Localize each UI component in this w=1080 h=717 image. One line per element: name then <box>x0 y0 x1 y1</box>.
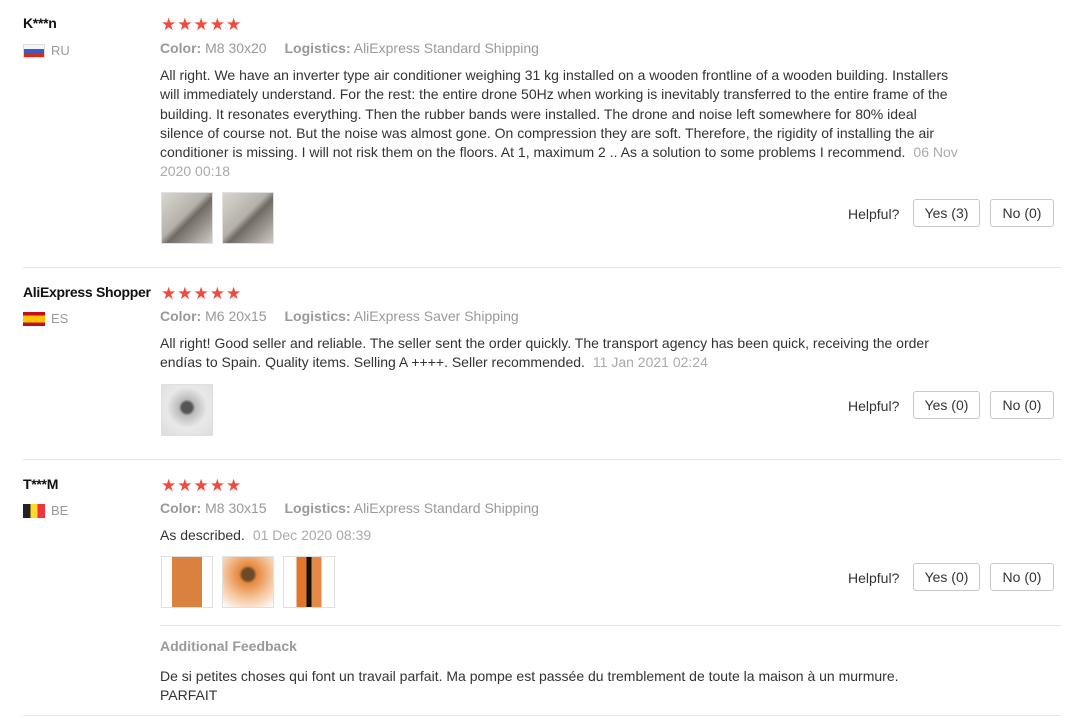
star-icon: ★ <box>226 15 242 35</box>
review-meta: Color: M8 30x20 Logistics: AliExpress St… <box>160 40 553 56</box>
helpful-no-button[interactable]: No (0) <box>990 199 1054 227</box>
logistics-value: AliExpress Standard Shipping <box>353 500 539 516</box>
star-icon: ★ <box>209 284 225 304</box>
country-code: ES <box>51 311 69 326</box>
review-divider <box>23 715 1061 716</box>
star-icon: ★ <box>177 15 193 35</box>
review-body: As described. <box>160 527 245 543</box>
logistics-label: Logistics: <box>284 500 351 516</box>
logistics-value: AliExpress Saver Shipping <box>353 308 519 324</box>
reviewer-name: AliExpress Shopper <box>23 284 151 300</box>
additional-divider <box>160 625 1061 626</box>
review-body: All right! Good seller and reliable. The… <box>160 335 929 371</box>
review-photo[interactable] <box>222 556 274 608</box>
helpful-no-button[interactable]: No (0) <box>990 563 1054 591</box>
logistics-label: Logistics: <box>284 40 351 56</box>
star-icon: ★ <box>226 476 242 496</box>
star-icon: ★ <box>177 284 193 304</box>
star-rating: ★ ★ ★ ★ ★ <box>161 477 241 495</box>
review-divider <box>23 267 1061 268</box>
color-label: Color: <box>160 500 202 516</box>
country-code: RU <box>51 43 70 58</box>
additional-feedback-text: De si petites choses qui font un travail… <box>160 668 899 704</box>
review-meta: Color: M8 30x15 Logistics: AliExpress St… <box>160 500 553 516</box>
review-date: 11 Jan 2021 02:24 <box>592 354 708 371</box>
star-icon: ★ <box>209 15 225 35</box>
logistics-value: AliExpress Standard Shipping <box>353 40 539 56</box>
spain-flag-icon <box>23 311 45 326</box>
review-photo[interactable] <box>222 192 274 244</box>
country-code: BE <box>51 503 69 518</box>
color-value: M8 30x15 <box>205 500 267 516</box>
reviewer-country: ES <box>23 311 68 326</box>
star-icon: ★ <box>161 284 177 304</box>
star-icon: ★ <box>193 476 209 496</box>
review-text: All right. We have an inverter type air … <box>160 66 960 182</box>
review-body: All right. We have an inverter type air … <box>160 67 949 161</box>
star-rating: ★ ★ ★ ★ ★ <box>161 16 241 34</box>
review-text: As described. 01 Dec 2020 08:39 <box>160 526 960 545</box>
star-icon: ★ <box>209 476 225 496</box>
star-icon: ★ <box>193 15 209 35</box>
additional-feedback-title: Additional Feedback <box>160 638 297 654</box>
color-value: M6 20x15 <box>205 308 267 324</box>
helpful-label: Helpful? <box>848 206 900 222</box>
review-text: All right! Good seller and reliable. The… <box>160 334 960 373</box>
helpful-yes-button[interactable]: Yes (3) <box>913 199 980 227</box>
star-icon: ★ <box>161 476 177 496</box>
belgium-flag-icon <box>23 503 45 518</box>
reviewer-name: K***n <box>23 15 57 31</box>
helpful-no-button[interactable]: No (0) <box>990 391 1054 419</box>
logistics-label: Logistics: <box>284 308 351 324</box>
star-rating: ★ ★ ★ ★ ★ <box>161 285 241 303</box>
helpful-yes-button[interactable]: Yes (0) <box>913 391 980 419</box>
star-icon: ★ <box>177 476 193 496</box>
star-icon: ★ <box>161 15 177 35</box>
helpful-label: Helpful? <box>848 398 900 414</box>
color-value: M8 30x20 <box>205 40 267 56</box>
color-label: Color: <box>160 40 202 56</box>
review-divider <box>23 459 1061 460</box>
star-icon: ★ <box>193 284 209 304</box>
reviewer-country: BE <box>23 503 68 518</box>
review-photo[interactable] <box>161 192 213 244</box>
helpful-label: Helpful? <box>848 570 900 586</box>
review-photo[interactable] <box>283 556 335 608</box>
star-icon: ★ <box>226 284 242 304</box>
review-photo[interactable] <box>161 556 213 608</box>
review-photo[interactable] <box>161 384 213 436</box>
russia-flag-icon <box>23 43 45 58</box>
color-label: Color: <box>160 308 202 324</box>
review-date: 01 Dec 2020 08:39 <box>252 527 372 543</box>
reviewer-country: RU <box>23 43 70 58</box>
reviewer-name: T***M <box>23 476 59 492</box>
helpful-yes-button[interactable]: Yes (0) <box>913 563 980 591</box>
review-meta: Color: M6 20x15 Logistics: AliExpress Sa… <box>160 308 533 324</box>
